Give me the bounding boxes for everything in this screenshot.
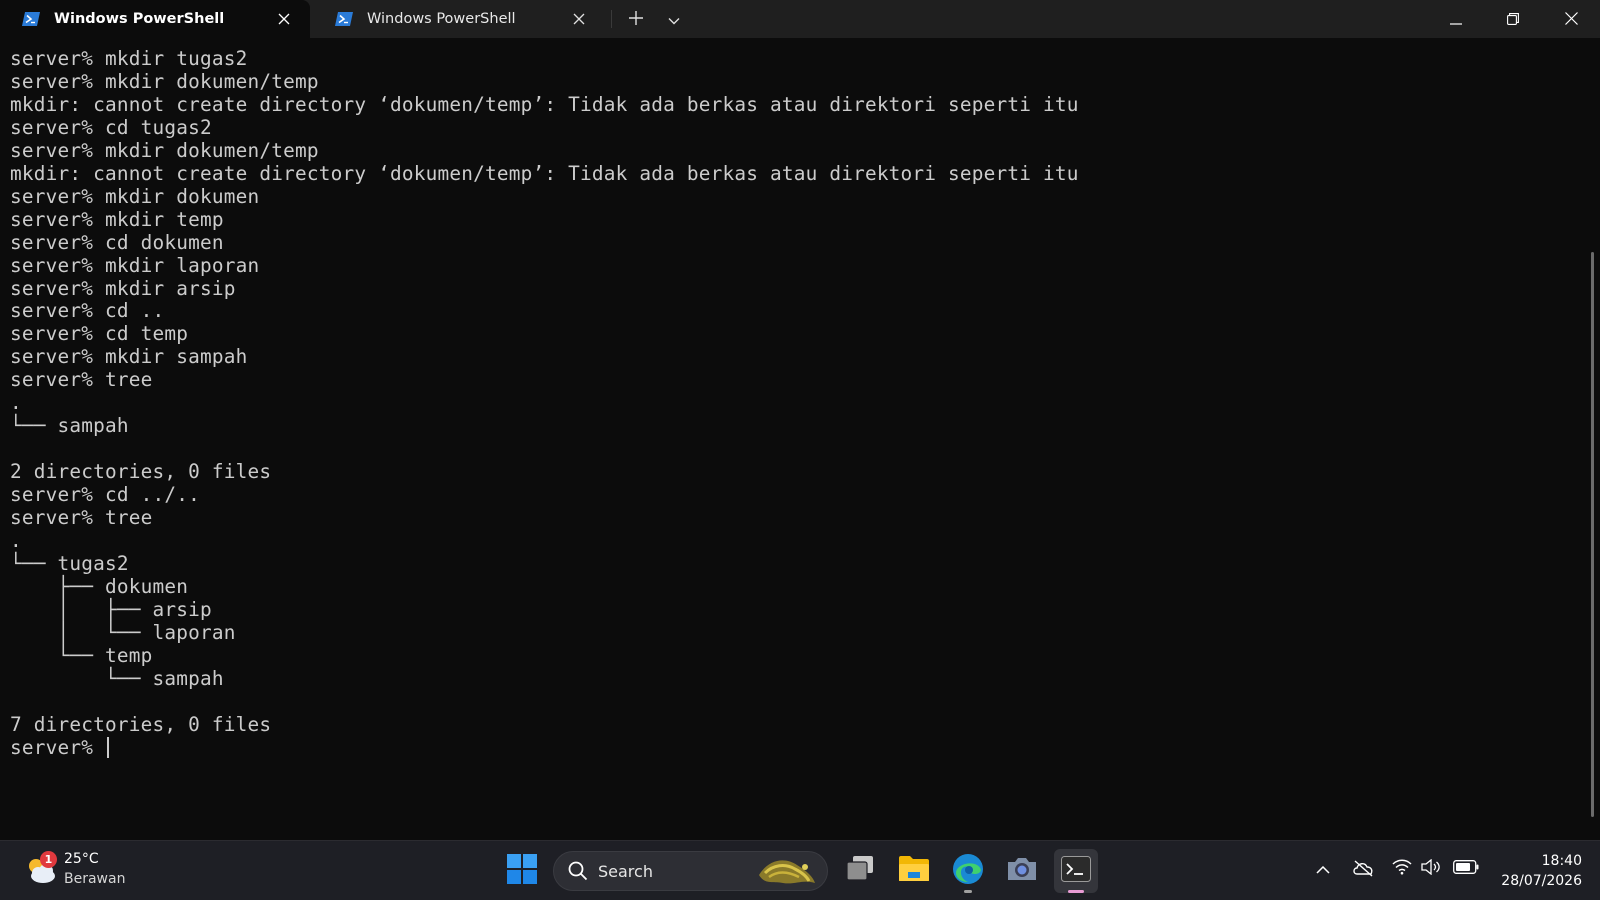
terminal-line: mkdir: cannot create directory ‘dokumen/…	[10, 92, 1079, 116]
weather-condition: Berawan	[64, 871, 126, 887]
tab-dropdown-button[interactable]	[658, 5, 690, 33]
tab-label: Windows PowerShell	[367, 11, 516, 27]
terminal-line: server% mkdir dokumen/temp	[10, 69, 319, 93]
new-tab-button[interactable]	[620, 5, 652, 33]
terminal-line: │ ├── arsip	[10, 597, 212, 621]
volume-icon	[1421, 858, 1441, 879]
terminal-line: server% cd ..	[10, 299, 165, 323]
terminal-line: server% mkdir dokumen/temp	[10, 138, 319, 162]
terminal-line: server% mkdir dokumen	[10, 184, 260, 208]
tab-windows-powershell-1[interactable]: Windows PowerShell	[0, 0, 310, 38]
powershell-icon	[22, 12, 40, 26]
edge-icon	[952, 853, 984, 889]
taskbar-search-box[interactable]: Search	[553, 851, 828, 891]
close-window-button[interactable]	[1542, 0, 1600, 38]
start-button[interactable]	[500, 849, 544, 893]
title-bar: Windows PowerShell Windows PowerShell	[0, 0, 1600, 38]
terminal-line: └── sampah	[10, 666, 224, 690]
partly-cloudy-icon: 1	[22, 851, 58, 887]
terminal-output[interactable]: server% mkdir tugas2 server% mkdir dokum…	[0, 38, 1586, 840]
terminal-line: server% mkdir tugas2	[10, 47, 248, 70]
file-explorer-icon	[898, 855, 930, 887]
terminal-scrollbar[interactable]	[1591, 252, 1594, 817]
chevron-down-icon	[668, 10, 680, 29]
terminal-line: server% cd ../..	[10, 483, 200, 507]
plus-icon	[629, 10, 643, 29]
active-indicator	[1068, 890, 1084, 893]
windows-start-icon	[507, 854, 537, 888]
terminal-line: server% cd tugas2	[10, 115, 212, 139]
minimize-button[interactable]	[1427, 0, 1485, 38]
minimize-icon	[1450, 10, 1462, 29]
powershell-icon	[335, 12, 353, 26]
edge-browser-button[interactable]	[946, 849, 990, 893]
camera-app-button[interactable]	[1000, 849, 1044, 893]
onedrive-offline-icon	[1352, 859, 1374, 881]
terminal-line: 2 directories, 0 files	[10, 460, 272, 484]
text-cursor	[107, 736, 109, 758]
terminal-line: └── sampah	[10, 414, 129, 438]
task-view-icon	[845, 856, 875, 886]
restore-icon	[1507, 10, 1519, 29]
close-icon	[1564, 10, 1578, 29]
file-explorer-button[interactable]	[892, 849, 936, 893]
restore-button[interactable]	[1484, 0, 1542, 38]
search-icon	[568, 861, 588, 881]
tab-label: Windows PowerShell	[54, 11, 225, 27]
weather-temperature: 25°C	[64, 851, 99, 867]
taskbar: 1 25°C Berawan Search 18:40 28/07/2026	[0, 840, 1600, 900]
battery-button[interactable]	[1452, 859, 1480, 878]
terminal-line: server% tree	[10, 368, 153, 392]
wifi-button[interactable]	[1391, 859, 1413, 879]
terminal-line: server% mkdir sampah	[10, 345, 248, 369]
terminal-line: │ └── laporan	[10, 620, 236, 644]
terminal-line: 7 directories, 0 files	[10, 712, 272, 736]
battery-icon	[1453, 859, 1479, 878]
terminal-line: server% mkdir arsip	[10, 276, 236, 300]
close-tab-icon[interactable]	[565, 5, 593, 33]
terminal-line: └── tugas2	[10, 551, 129, 575]
terminal-line: server% mkdir laporan	[10, 253, 260, 277]
terminal-line: mkdir: cannot create directory ‘dokumen/…	[10, 161, 1079, 185]
task-view-button[interactable]	[838, 849, 882, 893]
system-clock[interactable]: 18:40 28/07/2026	[1488, 851, 1582, 891]
terminal-line: server% cd dokumen	[10, 230, 224, 254]
terminal-line: server% tree	[10, 506, 153, 530]
tab-windows-powershell-2[interactable]: Windows PowerShell	[313, 0, 605, 38]
camera-icon	[1006, 856, 1038, 886]
weather-alert-badge: 1	[40, 851, 57, 868]
onedrive-status-button[interactable]	[1350, 859, 1376, 881]
terminal-line: server% mkdir temp	[10, 207, 224, 231]
close-tab-icon[interactable]	[270, 5, 298, 33]
terminal-icon	[1061, 856, 1091, 886]
chevron-up-icon	[1316, 859, 1330, 878]
terminal-line: ├── dokumen	[10, 574, 189, 598]
clock-date: 28/07/2026	[1501, 873, 1582, 889]
weather-widget[interactable]: 1 25°C Berawan	[22, 849, 125, 889]
wifi-icon	[1392, 859, 1412, 879]
tab-separator	[611, 10, 612, 28]
terminal-app-button[interactable]	[1054, 849, 1098, 893]
search-label: Search	[598, 861, 653, 881]
terminal-prompt: server%	[10, 735, 105, 759]
search-highlight-icon	[755, 855, 819, 889]
terminal-line: server% cd temp	[10, 322, 189, 346]
terminal-line: .	[10, 391, 22, 415]
terminal-input-line[interactable]: server%	[10, 735, 1586, 760]
terminal-line: └── temp	[10, 643, 153, 667]
clock-time: 18:40	[1541, 853, 1582, 869]
terminal-line: .	[10, 529, 22, 553]
show-hidden-icons-button[interactable]	[1311, 859, 1335, 878]
running-indicator	[964, 890, 972, 893]
volume-button[interactable]	[1420, 858, 1442, 879]
